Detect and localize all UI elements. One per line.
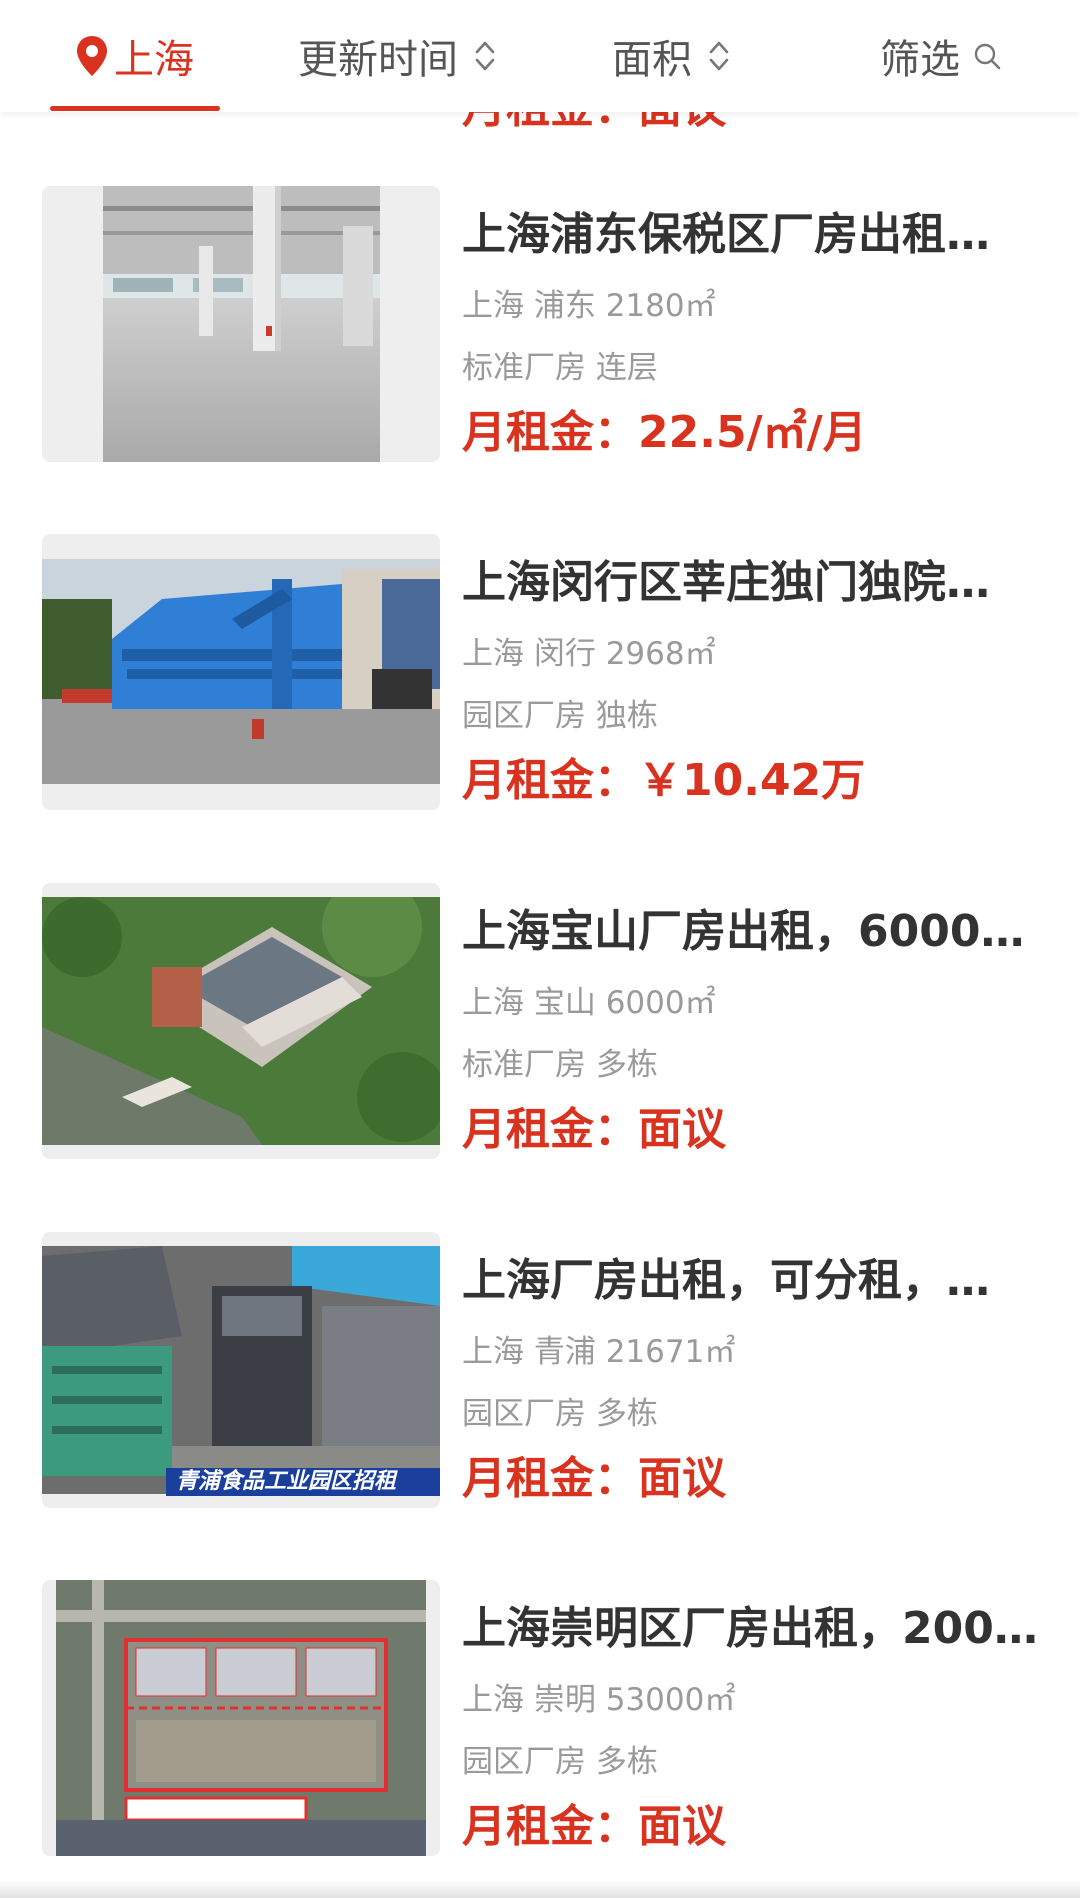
bottom-edge [0, 1880, 1080, 1898]
listing-location: 上海 青浦 21671㎡ [462, 1334, 736, 1370]
listing-title[interactable]: 上海闵行区莘庄独门独院… [462, 556, 1042, 610]
listing-price: 月租金：面议 [462, 1801, 726, 1852]
sort-chevron-icon [709, 41, 729, 71]
listing-price: 月租金：22.5/㎡/月 [462, 407, 867, 458]
listing-price: 月租金：面议 [462, 1104, 726, 1155]
listing-photo[interactable] [42, 534, 440, 810]
site-plan-image [56, 1580, 426, 1856]
filter-label: 筛选 [880, 37, 960, 83]
listing-page: 月租金：面议 上海 更新时间 面积 筛选 [0, 0, 1080, 1898]
listing-location: 上海 崇明 53000㎡ [462, 1682, 736, 1718]
listing-tags: 园区厂房 多栋 [462, 1744, 658, 1780]
active-tab-indicator [50, 106, 220, 111]
aerial-rendering-image [42, 897, 440, 1145]
listing-title[interactable]: 上海浦东保税区厂房出租… [462, 208, 1042, 262]
listing-tags: 标准厂房 连层 [462, 350, 658, 386]
sort-chevron-icon [475, 41, 495, 71]
listing-card[interactable]: 上海浦东保税区厂房出租… 上海 浦东 2180㎡ 标准厂房 连层 月租金：22.… [42, 186, 1042, 462]
listing-photo[interactable] [42, 186, 440, 462]
blue-building-image [42, 559, 440, 784]
listing-tags: 标准厂房 多栋 [462, 1047, 658, 1083]
listing-tags: 园区厂房 独栋 [462, 698, 658, 734]
warehouse-interior-image [103, 186, 380, 462]
listing-info: 上海厂房出租，可分租，… 上海 青浦 21671㎡ 园区厂房 多栋 月租金：面议 [462, 1232, 1042, 1508]
listing-card[interactable]: 上海宝山厂房出租，6000… 上海 宝山 6000㎡ 标准厂房 多栋 月租金：面… [42, 883, 1042, 1159]
filter-bar: 上海 更新时间 面积 筛选 [0, 0, 1080, 112]
listing-card[interactable]: 上海闵行区莘庄独门独院… 上海 闵行 2968㎡ 园区厂房 独栋 月租金：￥10… [42, 534, 1042, 810]
listing-info: 上海闵行区莘庄独门独院… 上海 闵行 2968㎡ 园区厂房 独栋 月租金：￥10… [462, 534, 1042, 810]
listing-location: 上海 闵行 2968㎡ [462, 636, 716, 672]
area-label: 面积 [612, 37, 692, 83]
listing-photo[interactable]: 青浦食品工业园区招租 [42, 1232, 440, 1508]
image-caption: 青浦食品工业园区招租 [166, 1468, 440, 1496]
listing-card[interactable]: 上海崇明区厂房出租，200… 上海 崇明 53000㎡ 园区厂房 多栋 月租金：… [42, 1580, 1042, 1856]
location-pin-icon [77, 36, 107, 76]
listing-photo[interactable] [42, 883, 440, 1159]
city-selector[interactable]: 上海 [74, 0, 194, 112]
sort-update-time[interactable]: 更新时间 [298, 0, 498, 112]
listing-info: 上海崇明区厂房出租，200… 上海 崇明 53000㎡ 园区厂房 多栋 月租金：… [462, 1580, 1042, 1856]
filter-button[interactable]: 筛选 [880, 0, 1002, 112]
listing-info: 上海宝山厂房出租，6000… 上海 宝山 6000㎡ 标准厂房 多栋 月租金：面… [462, 883, 1042, 1159]
listing-price: 月租金：￥10.42万 [462, 755, 866, 806]
city-label: 上海 [114, 37, 194, 83]
update-time-label: 更新时间 [298, 37, 458, 83]
listing-card[interactable]: 青浦食品工业园区招租 上海厂房出租，可分租，… 上海 青浦 21671㎡ 园区厂… [42, 1232, 1042, 1508]
listing-location: 上海 宝山 6000㎡ [462, 985, 716, 1021]
listing-photo[interactable] [42, 1580, 440, 1856]
listing-info: 上海浦东保税区厂房出租… 上海 浦东 2180㎡ 标准厂房 连层 月租金：22.… [462, 186, 1042, 462]
listing-title[interactable]: 上海崇明区厂房出租，200… [462, 1602, 1042, 1656]
sort-area[interactable]: 面积 [612, 0, 732, 112]
listing-price: 月租金：面议 [462, 1453, 726, 1504]
listing-location: 上海 浦东 2180㎡ [462, 288, 716, 324]
listing-tags: 园区厂房 多栋 [462, 1396, 658, 1432]
industrial-park-image [42, 1246, 440, 1494]
listing-title[interactable]: 上海宝山厂房出租，6000… [462, 905, 1042, 959]
listing-title[interactable]: 上海厂房出租，可分租，… [462, 1254, 1042, 1308]
search-icon [974, 43, 1001, 70]
